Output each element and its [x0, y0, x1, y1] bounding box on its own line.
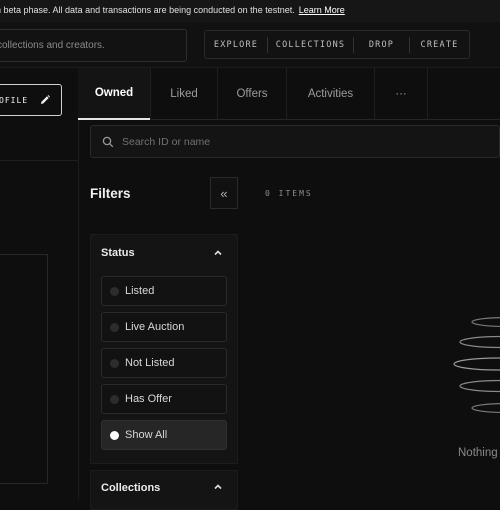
status-option-not-listed[interactable]: Not Listed: [101, 348, 227, 378]
status-option-label: Listed: [125, 285, 155, 297]
status-option-label: Has Offer: [125, 393, 172, 405]
tab-liked[interactable]: Liked: [151, 68, 217, 120]
radio-icon: [110, 322, 119, 332]
tab-owned[interactable]: Owned: [78, 68, 150, 120]
nav-create[interactable]: CREATE: [410, 31, 469, 58]
empty-state-rings-icon: [453, 316, 500, 414]
pencil-icon: [41, 95, 50, 104]
search-icon: [102, 136, 114, 148]
nav-explore[interactable]: EXPLORE: [205, 31, 267, 58]
status-option-label: Live Auction: [125, 321, 185, 333]
item-search-placeholder: Search ID or name: [122, 136, 211, 148]
collapse-filters-button[interactable]: «: [210, 177, 238, 209]
chevron-up-icon[interactable]: [213, 248, 223, 258]
global-search-placeholder: collections and creators.: [0, 40, 105, 51]
status-option-show-all[interactable]: Show All: [101, 420, 227, 450]
radio-icon: [110, 394, 119, 404]
status-option-live-auction[interactable]: Live Auction: [101, 312, 227, 342]
tab-activities[interactable]: Activities: [287, 68, 374, 120]
profile-section-divider: [0, 160, 78, 161]
edit-profile-label: OFILE: [0, 96, 29, 105]
item-search-input[interactable]: Search ID or name: [90, 125, 500, 158]
profile-tabs: Owned Liked Offers Activities ···: [78, 68, 500, 120]
radio-icon: [110, 286, 119, 296]
nav-collections[interactable]: COLLECTIONS: [268, 31, 353, 58]
learn-more-link[interactable]: Learn More: [299, 5, 345, 15]
tab-divider: [427, 68, 428, 120]
testnet-banner: n beta phase. All data and transactions …: [0, 0, 500, 22]
profile-info-card: [0, 254, 48, 484]
tab-offers[interactable]: Offers: [218, 68, 286, 120]
empty-state-text: Nothing: [458, 447, 498, 459]
banner-text-wrap: n beta phase. All data and transactions …: [0, 5, 345, 15]
nav-drop[interactable]: DROP: [354, 31, 409, 58]
chevron-up-icon[interactable]: [213, 482, 223, 492]
radio-icon: [110, 358, 119, 368]
items-count: 0 ITEMS: [265, 189, 313, 198]
more-options-icon[interactable]: ···: [375, 68, 427, 120]
main-nav: EXPLORE COLLECTIONS DROP CREATE: [204, 30, 470, 59]
radio-selected-icon: [110, 430, 119, 440]
status-option-has-offer[interactable]: Has Offer: [101, 384, 227, 414]
status-section-label: Status: [101, 247, 135, 259]
status-option-listed[interactable]: Listed: [101, 276, 227, 306]
banner-message: n beta phase. All data and transactions …: [0, 5, 295, 15]
status-option-label: Show All: [125, 429, 168, 441]
edit-profile-button[interactable]: OFILE: [0, 84, 62, 116]
status-option-label: Not Listed: [125, 357, 175, 369]
collections-section-label: Collections: [101, 482, 161, 494]
left-panel-divider: [78, 68, 79, 500]
global-search-input[interactable]: collections and creators.: [0, 29, 187, 62]
filters-title: Filters: [90, 186, 131, 201]
